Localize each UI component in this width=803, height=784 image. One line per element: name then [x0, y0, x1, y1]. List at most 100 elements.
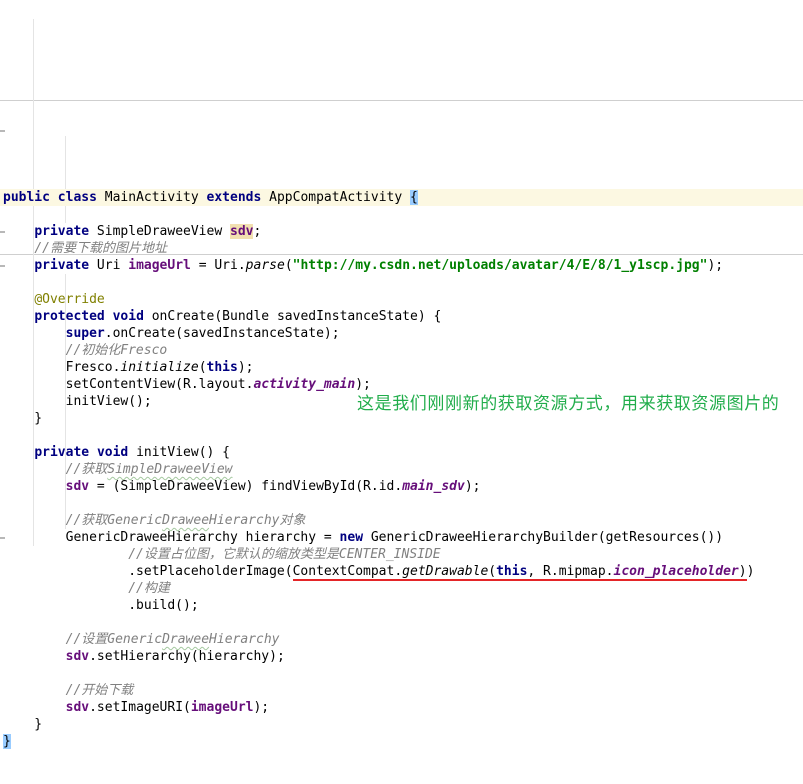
code-line[interactable]	[0, 665, 803, 682]
code-line[interactable]: public class MainActivity extends AppCom…	[0, 189, 803, 206]
code-token: = (SimpleDraweeView) findViewById(R.id.	[89, 479, 403, 494]
code-line[interactable]: }	[0, 733, 803, 750]
code-token: //开始下载	[65, 683, 134, 698]
annotation-note: 这是我们刚刚新的获取资源方式，用来获取资源图片的	[357, 394, 780, 414]
code-token: .build();	[3, 598, 199, 613]
code-token: //获取Generic	[65, 513, 163, 528]
code-token: GenericDraweeHierarchy hierarchy =	[3, 530, 340, 545]
code-line[interactable]: super.onCreate(savedInstanceState);	[0, 325, 803, 342]
code-token: //获取	[65, 462, 108, 477]
code-token: //需要下载的图片地址	[34, 241, 167, 256]
code-token: parse	[245, 258, 285, 273]
code-line[interactable]: .setPlaceholderImage(ContextCompat.getDr…	[0, 563, 803, 581]
code-line[interactable]: //初始化Fresco	[0, 342, 803, 359]
code-token: initView();	[3, 394, 152, 409]
code-token: );	[355, 377, 371, 392]
code-token: sdv	[65, 649, 90, 664]
code-token: );	[237, 360, 254, 375]
code-token: .onCreate(savedInstanceState);	[104, 326, 340, 341]
code-token: initView() {	[128, 445, 230, 460]
code-line[interactable]: //设置占位图，它默认的缩放类型是CENTER_INSIDE	[0, 546, 803, 563]
code-line[interactable]: private Uri imageUrl = Uri.parse("http:/…	[0, 257, 803, 274]
code-token: sdv	[65, 700, 90, 715]
code-line[interactable]	[0, 274, 803, 291]
code-token: (	[284, 258, 293, 273]
code-line[interactable]: protected void onCreate(Bundle savedInst…	[0, 308, 803, 325]
code-token: }	[3, 411, 43, 426]
code-token: protected	[34, 309, 105, 324]
code-token: (	[198, 360, 207, 375]
code-editor[interactable]: public class MainActivity extends AppCom…	[0, 0, 803, 749]
code-line[interactable]: private SimpleDraweeView sdv;	[0, 223, 803, 240]
code-token: , R.mipmap.	[527, 564, 614, 581]
code-lines: public class MainActivity extends AppCom…	[0, 189, 803, 750]
code-token: extends	[206, 190, 262, 205]
code-token: .setImageURI(	[89, 700, 191, 715]
code-line[interactable]: //获取SimpleDraweeView	[0, 461, 803, 478]
fold-marker	[0, 130, 5, 132]
code-line[interactable]: private void initView() {	[0, 444, 803, 461]
code-line[interactable]: }	[0, 716, 803, 733]
code-token: onCreate(Bundle savedInstanceState) {	[143, 309, 442, 324]
code-token: //构建	[128, 581, 170, 596]
code-line[interactable]	[0, 206, 803, 223]
code-token: this	[206, 360, 238, 375]
code-line[interactable]: GenericDraweeHierarchy hierarchy = new G…	[0, 529, 803, 546]
code-line[interactable]: //获取GenericDraweeHierarchy对象	[0, 512, 803, 529]
code-token: Hierarchy对象	[209, 513, 306, 528]
code-line[interactable]: sdv.setImageURI(imageUrl);	[0, 699, 803, 716]
code-token: {	[410, 190, 418, 205]
code-token: activity_main	[253, 377, 356, 392]
code-line[interactable]: //开始下载	[0, 682, 803, 699]
code-token: );	[707, 258, 724, 273]
code-token: ;	[253, 224, 262, 239]
code-token: new	[339, 530, 364, 545]
code-line[interactable]	[0, 614, 803, 631]
code-line[interactable]: //需要下载的图片地址	[0, 240, 803, 257]
code-token: = Uri.	[190, 258, 246, 273]
code-token: }	[3, 734, 11, 749]
code-line[interactable]: sdv.setHierarchy(hierarchy);	[0, 648, 803, 665]
code-token: .setHierarchy(hierarchy);	[89, 649, 285, 664]
code-line[interactable]: setContentView(R.layout.activity_main);	[0, 376, 803, 393]
code-line[interactable]: //构建	[0, 580, 803, 597]
code-token: sdv	[65, 479, 90, 494]
code-token: private	[34, 224, 90, 239]
code-token: }	[3, 717, 43, 732]
code-line[interactable]: @Override	[0, 291, 803, 308]
code-line[interactable]	[0, 495, 803, 512]
code-token: Uri	[89, 258, 129, 273]
code-token: private	[34, 445, 90, 460]
method-separator	[0, 100, 803, 101]
code-token: AppCompatActivity	[261, 190, 411, 205]
code-token: main_sdv	[402, 479, 465, 494]
code-token: .setPlaceholderImage(	[3, 564, 293, 579]
code-line[interactable]: Fresco.initialize(this);	[0, 359, 803, 376]
code-line[interactable]: .build();	[0, 597, 803, 614]
code-token: "http://my.csdn.net/uploads/avatar/4/E/8…	[292, 258, 708, 273]
code-token: void	[96, 445, 129, 460]
code-token: this	[496, 564, 528, 581]
code-token: //设置Generic	[65, 632, 163, 647]
code-token: getDrawable	[402, 564, 489, 581]
code-token: imageUrl	[128, 258, 191, 273]
code-token: (	[488, 564, 497, 581]
code-line[interactable]: //设置GenericDraweeHierarchy	[0, 631, 803, 648]
code-token: SimpleDraweeView	[107, 462, 233, 477]
code-line[interactable]	[0, 427, 803, 444]
code-token: SimpleDraweeView	[89, 224, 230, 239]
code-line[interactable]: sdv = (SimpleDraweeView) findViewById(R.…	[0, 478, 803, 495]
